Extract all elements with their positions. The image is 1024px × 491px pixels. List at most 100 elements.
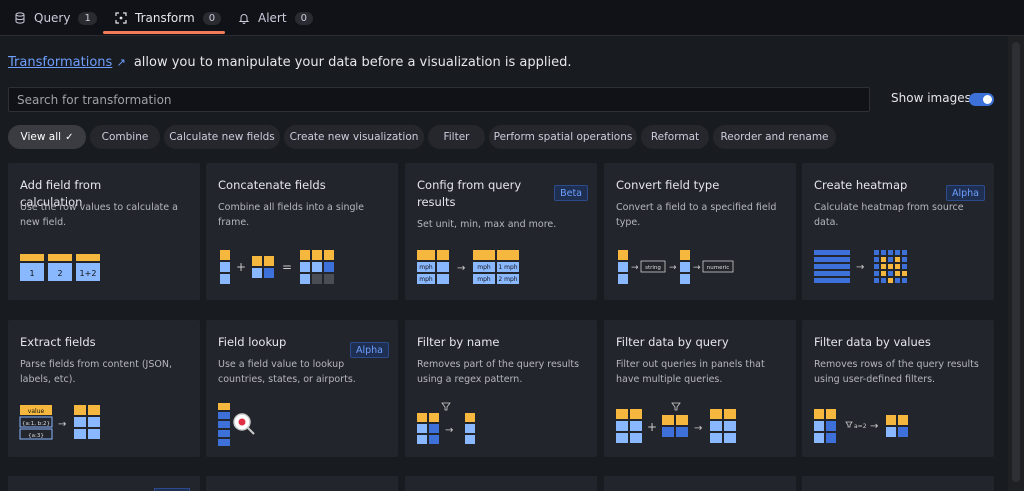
filter-chip-label: View all (20, 131, 62, 143)
alpha-badge: Alpha (349, 342, 389, 358)
card-title: Convert field type (616, 178, 720, 192)
card-description: Use a field value to lookup countries, s… (218, 359, 356, 385)
svg-text:→: → (631, 263, 639, 273)
card-description: Parse fields from content (JSON, labels,… (20, 359, 172, 385)
card-convert-field-type[interactable]: Convert field type Convert a field to a … (604, 163, 796, 300)
card-partial[interactable] (604, 476, 796, 491)
card-title: Filter data by values (814, 335, 931, 349)
transformations-link[interactable]: Transformations (8, 55, 112, 70)
illustration-label: value (28, 408, 45, 415)
card-description: Use the row values to calculate a new fi… (20, 202, 178, 228)
illustration-label: mph (477, 264, 491, 271)
filter-chip-reorder[interactable]: Reorder and rename (713, 125, 836, 149)
tab-transform-count: 0 (202, 11, 222, 25)
card-description: Calculate heatmap from source data. (814, 202, 964, 228)
illustration-label: 1+2 (80, 269, 97, 278)
card-filter-data-by-values[interactable]: Filter data by values Removes rows of th… (802, 320, 994, 457)
illustration-label: {a:3} (28, 433, 44, 439)
intro-description: allow you to manipulate your data before… (133, 55, 572, 70)
filter-chip-label: Reformat (650, 131, 700, 143)
filter-chip-combine[interactable]: Combine (90, 125, 160, 149)
filter-chip-spatial[interactable]: Perform spatial operations (489, 125, 637, 149)
card-partial[interactable] (405, 476, 597, 491)
heatmap-illustration: → (814, 250, 907, 283)
card-description: Set unit, min, max and more. (417, 219, 557, 230)
filter-by-values-illustration: a=2 → (814, 409, 908, 443)
filter-chip-view-all[interactable]: View all ✓ (8, 125, 86, 149)
card-filter-data-by-query[interactable]: Filter data by query Filter out queries … (604, 320, 796, 457)
tab-query[interactable]: Query 1 (14, 0, 97, 36)
bell-icon (238, 14, 250, 24)
card-description: Filter out queries in panels that have m… (616, 359, 765, 385)
tab-query-label: Query (34, 11, 71, 25)
filter-chip-filter[interactable]: Filter (428, 125, 485, 149)
filter-chip-reformat[interactable]: Reformat (641, 125, 709, 149)
filter-chip-calculate[interactable]: Calculate new fields (164, 125, 280, 149)
illustration-label: 2 (57, 269, 62, 278)
svg-text:→: → (694, 423, 702, 434)
convert-illustration: → string → → numeric (618, 250, 734, 284)
svg-text:→: → (693, 263, 701, 273)
svg-text:→: → (58, 419, 66, 430)
card-description: Combine all fields into a single frame. (218, 202, 365, 228)
beta-badge: Beta (554, 185, 588, 201)
illustration-label: mph (419, 264, 433, 271)
field-lookup-illustration (218, 403, 255, 446)
scrollbar-thumb[interactable] (1012, 42, 1020, 482)
intro-text: Transformations ↗ allow you to manipulat… (8, 55, 571, 70)
illustration-label: 1 (29, 269, 34, 278)
filter-chip-label: Perform spatial operations (493, 131, 633, 143)
extract-illustration: value {a:1, b:2} {a:3} → (19, 405, 100, 440)
tab-bar: Query 1 Transform 0 Alert 0 (0, 0, 1024, 36)
illustration-label: 1 mph (498, 264, 517, 271)
svg-text:=: = (282, 260, 292, 274)
filter-chip-label: Create new visualization (289, 131, 419, 143)
filter-chip-label: Filter (443, 131, 470, 143)
illustration-label: {a:1, b:2} (22, 421, 50, 427)
card-extract-fields[interactable]: Extract fields Parse fields from content… (8, 320, 200, 457)
search-input[interactable] (8, 87, 870, 112)
filter-by-query-illustration: + → (616, 402, 736, 443)
show-images-label: Show images (891, 91, 971, 105)
active-tab-indicator (103, 31, 225, 34)
card-concatenate-fields[interactable]: Concatenate fields Combine all fields in… (206, 163, 398, 300)
card-title: Filter data by query (616, 335, 729, 349)
svg-text:→: → (856, 262, 864, 273)
svg-text:→: → (457, 263, 465, 274)
illustration-label: numeric (707, 265, 730, 271)
illustration-label: mph (419, 276, 433, 283)
card-field-lookup[interactable]: Field lookup Alpha Use a field value to … (206, 320, 398, 457)
filter-chip-label: Reorder and rename (720, 131, 829, 143)
card-title: Field lookup (218, 335, 287, 349)
scrollbar[interactable] (1008, 36, 1024, 491)
card-add-field-from-calculation[interactable]: Add field from calculation Use the row v… (8, 163, 200, 300)
card-title: Extract fields (20, 335, 96, 349)
svg-text:→: → (669, 263, 677, 273)
tab-alert[interactable]: Alert 0 (238, 0, 313, 36)
tab-query-count: 1 (78, 11, 97, 25)
filter-chip-label: Combine (101, 131, 149, 143)
card-filter-by-name[interactable]: Filter by name Removes part of the query… (405, 320, 597, 457)
tab-alert-count: 0 (294, 11, 313, 25)
add-field-illustration: 1 2 1+2 (20, 254, 100, 281)
illustration-label: a=2 (854, 423, 867, 430)
card-title: Config from query results (417, 178, 522, 209)
card-partial[interactable] (8, 476, 200, 491)
tab-transform-label: Transform (135, 11, 195, 25)
card-create-heatmap[interactable]: Create heatmap Alpha Calculate heatmap f… (802, 163, 994, 300)
card-partial[interactable] (206, 476, 398, 491)
card-description: Removes part of the query results using … (417, 359, 580, 385)
svg-text:→: → (870, 421, 878, 432)
card-partial[interactable] (802, 476, 994, 491)
card-config-from-query-results[interactable]: Config from query results Beta Set unit,… (405, 163, 597, 300)
concatenate-illustration: + = (220, 250, 334, 284)
alpha-badge: Alpha (945, 185, 985, 201)
filter-chip-create-viz[interactable]: Create new visualization (284, 125, 424, 149)
tab-alert-label: Alert (258, 11, 287, 25)
illustration-label: 2 mph (498, 276, 517, 283)
card-description: Removes rows of the query results using … (814, 359, 979, 385)
config-illustration: mph mph → mph 1 mph mph 2 mph (417, 250, 519, 284)
external-link-icon: ↗ (116, 56, 126, 69)
show-images-toggle[interactable] (969, 93, 994, 106)
card-title: Create heatmap (814, 178, 908, 192)
